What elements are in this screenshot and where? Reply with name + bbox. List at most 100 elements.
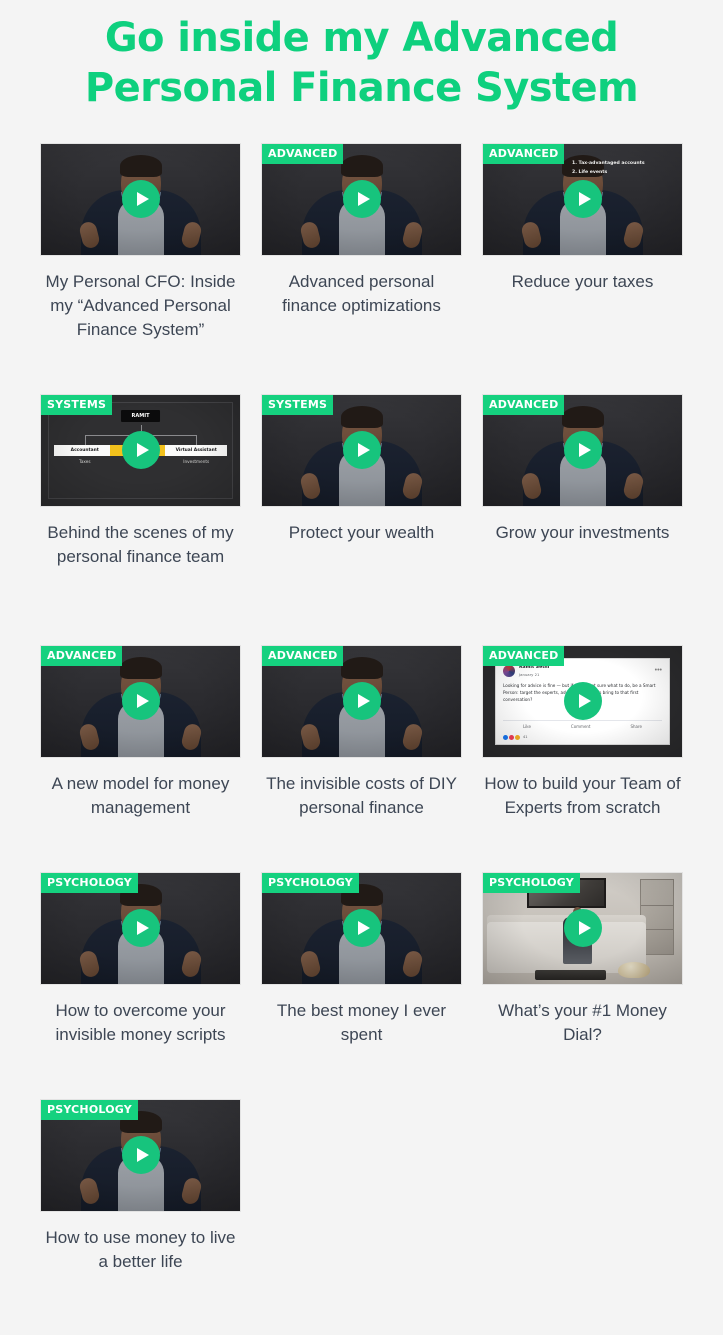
avatar bbox=[503, 664, 515, 677]
video-card[interactable]: 1. Tax-advantaged accounts 2. Life events… bbox=[482, 142, 683, 394]
category-badge: ADVANCED bbox=[483, 645, 565, 666]
diagram-drop-line bbox=[196, 434, 198, 445]
love-reaction-icon bbox=[509, 734, 514, 740]
video-thumbnail[interactable] bbox=[40, 142, 241, 256]
social-post-date: January 21 bbox=[519, 671, 540, 677]
video-thumbnail[interactable]: Ramit Sethi January 21 ••• Looking for advi… bbox=[482, 644, 683, 758]
category-badge: SYSTEMS bbox=[41, 394, 113, 415]
video-thumbnail[interactable]: RAMITAccountantBookkeeperVirtual Assista… bbox=[40, 393, 241, 507]
video-thumbnail[interactable]: SYSTEMS bbox=[261, 393, 462, 507]
video-caption: Reduce your taxes bbox=[511, 271, 654, 291]
category-badge: ADVANCED bbox=[262, 645, 344, 666]
video-caption: My Personal CFO: Inside my “Advanced Per… bbox=[45, 271, 236, 340]
video-caption: Grow your investments bbox=[495, 522, 670, 542]
social-action: Comment bbox=[570, 723, 591, 729]
play-icon[interactable] bbox=[563, 431, 602, 470]
page-root: Go inside my Advanced Personal Finance S… bbox=[0, 13, 723, 1335]
video-caption: Protect your wealth bbox=[288, 522, 435, 542]
video-card[interactable]: ADVANCED Grow your investments bbox=[482, 393, 683, 645]
social-action: Share bbox=[630, 723, 643, 729]
video-card[interactable]: SYSTEMS Protect your wealth bbox=[261, 393, 462, 645]
room-coffee-table bbox=[534, 970, 607, 981]
video-caption: The invisible costs of DIY personal fina… bbox=[266, 773, 457, 817]
play-icon[interactable] bbox=[342, 431, 381, 470]
social-action: Like bbox=[522, 723, 531, 729]
diagram-top-node: RAMIT bbox=[120, 410, 161, 423]
play-icon[interactable] bbox=[121, 431, 160, 470]
care-reaction-icon bbox=[515, 734, 520, 740]
play-icon[interactable] bbox=[342, 180, 381, 219]
thumbnail-bullet-line: 2. Life events bbox=[572, 169, 608, 175]
video-caption: Behind the scenes of my personal finance… bbox=[47, 522, 234, 566]
more-options-icon: ••• bbox=[654, 667, 662, 675]
video-thumbnail[interactable]: 1. Tax-advantaged accounts 2. Life events… bbox=[482, 142, 683, 256]
video-thumbnail[interactable]: PSYCHOLOGY bbox=[261, 871, 462, 985]
video-thumbnail[interactable]: ADVANCED bbox=[40, 644, 241, 758]
video-card[interactable]: PSYCHOLOGY How to use money to live a bet… bbox=[40, 1098, 241, 1274]
social-post-identity: Ramit Sethi January 21 bbox=[519, 665, 549, 677]
video-card[interactable]: My Personal CFO: Inside my “Advanced Per… bbox=[40, 142, 241, 394]
video-thumbnail[interactable]: ADVANCED bbox=[261, 644, 462, 758]
video-caption: What’s your #1 Money Dial? bbox=[498, 1000, 667, 1044]
video-card[interactable]: ADVANCED A new model for money management bbox=[40, 644, 241, 872]
play-icon[interactable] bbox=[342, 682, 381, 721]
play-icon[interactable] bbox=[121, 180, 160, 219]
social-post-actions: Like Comment Share bbox=[503, 719, 662, 729]
portrait-hair bbox=[340, 154, 383, 177]
portrait-hair bbox=[561, 405, 604, 428]
portrait-hair bbox=[119, 154, 162, 177]
video-card[interactable]: PSYCHOLOGY What’s your #1 Money Dial? bbox=[482, 871, 683, 1099]
social-post-header: Ramit Sethi January 21 ••• bbox=[503, 664, 662, 677]
portrait-hair bbox=[119, 656, 162, 679]
category-badge: ADVANCED bbox=[483, 143, 565, 164]
video-card[interactable]: RAMITAccountantBookkeeperVirtual Assista… bbox=[40, 393, 241, 645]
video-thumbnail[interactable]: PSYCHOLOGY bbox=[482, 871, 683, 985]
play-icon[interactable] bbox=[342, 909, 381, 948]
diagram-sublabel: Taxes bbox=[78, 459, 91, 465]
video-thumbnail[interactable]: ADVANCED bbox=[261, 142, 462, 256]
diagram-node: Accountant bbox=[53, 444, 116, 456]
category-badge: ADVANCED bbox=[41, 645, 123, 666]
video-card[interactable]: PSYCHOLOGY The best money I ever spent bbox=[261, 871, 462, 1099]
thumbnail-bullet-overlay: 1. Tax-advantaged accounts 2. Life events bbox=[572, 160, 676, 177]
category-badge: PSYCHOLOGY bbox=[41, 1099, 138, 1120]
social-post-reactions: 41 bbox=[503, 734, 528, 740]
video-thumbnail[interactable]: ADVANCED bbox=[482, 393, 683, 507]
video-card[interactable]: Ramit Sethi January 21 ••• Looking for advi… bbox=[482, 644, 683, 872]
video-thumbnail[interactable]: PSYCHOLOGY bbox=[40, 1098, 241, 1212]
play-icon[interactable] bbox=[121, 909, 160, 948]
video-grid: My Personal CFO: Inside my “Advanced Per… bbox=[40, 114, 683, 1274]
play-icon[interactable] bbox=[121, 1136, 160, 1175]
like-reaction-icon bbox=[503, 734, 508, 740]
social-post-author: Ramit Sethi bbox=[519, 664, 550, 670]
diagram-sublabel: Investments bbox=[183, 459, 210, 465]
play-icon[interactable] bbox=[121, 682, 160, 721]
thumbnail-bullet-line: 1. Tax-advantaged accounts bbox=[572, 160, 645, 166]
video-thumbnail[interactable]: PSYCHOLOGY bbox=[40, 871, 241, 985]
video-card[interactable]: ADVANCED Advanced personal finance optimi… bbox=[261, 142, 462, 394]
room-basket bbox=[618, 961, 651, 979]
category-badge: PSYCHOLOGY bbox=[41, 872, 138, 893]
video-caption: The best money I ever spent bbox=[276, 1000, 447, 1044]
category-badge: SYSTEMS bbox=[262, 394, 334, 415]
play-icon[interactable] bbox=[563, 909, 602, 948]
portrait-hair bbox=[340, 405, 383, 428]
category-badge: PSYCHOLOGY bbox=[483, 872, 580, 893]
category-badge: ADVANCED bbox=[262, 143, 344, 164]
category-badge: ADVANCED bbox=[483, 394, 565, 415]
video-caption: How to use money to live a better life bbox=[45, 1227, 236, 1271]
play-icon[interactable] bbox=[563, 180, 602, 219]
video-caption: How to overcome your invisible money scr… bbox=[55, 1000, 226, 1044]
video-caption: How to build your Team of Experts from s… bbox=[484, 773, 681, 817]
diagram-node: Virtual Assistant bbox=[165, 444, 228, 456]
video-caption: Advanced personal finance optimizations bbox=[282, 271, 441, 315]
video-card[interactable]: ADVANCED The invisible costs of DIY perso… bbox=[261, 644, 462, 872]
play-icon[interactable] bbox=[563, 682, 602, 721]
diagram-drop-line bbox=[84, 434, 86, 445]
category-badge: PSYCHOLOGY bbox=[262, 872, 359, 893]
portrait-hair bbox=[340, 656, 383, 679]
video-caption: A new model for money management bbox=[51, 773, 230, 817]
reaction-count: 41 bbox=[523, 735, 528, 740]
page-title: Go inside my Advanced Personal Finance S… bbox=[84, 15, 639, 112]
video-card[interactable]: PSYCHOLOGY How to overcome your invisible… bbox=[40, 871, 241, 1099]
